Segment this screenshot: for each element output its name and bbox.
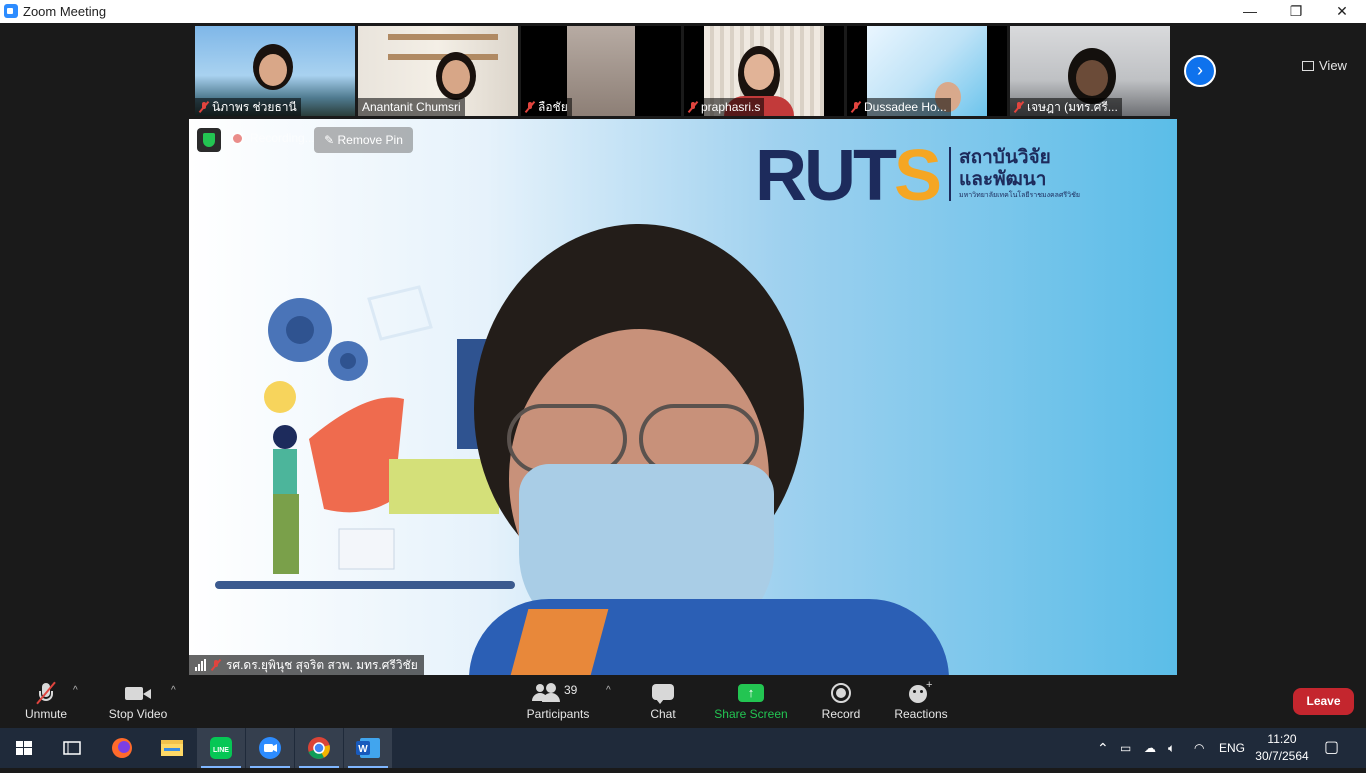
recording-dot-icon xyxy=(231,131,244,145)
chat-button[interactable]: Chat xyxy=(640,681,686,721)
bar-chart-card xyxy=(338,528,395,570)
security-shield-icon[interactable] xyxy=(197,128,221,152)
recording-indicator: Recording... xyxy=(231,131,315,145)
participant-face xyxy=(442,60,470,94)
participant-name-label: Anantanit Chumsri xyxy=(358,98,465,116)
participant-tile[interactable]: Anantanit Chumsri xyxy=(358,26,518,116)
person-legs xyxy=(273,494,299,574)
stop-video-button[interactable]: Stop Video xyxy=(104,681,172,721)
gear-icon xyxy=(268,298,332,362)
participant-tile[interactable]: นิภาพร ช่วยธานี xyxy=(195,26,355,116)
platform-line xyxy=(215,581,515,589)
show-hidden-icons-chevron[interactable]: ⌃ xyxy=(1097,728,1109,768)
chevron-right-icon: › xyxy=(1197,60,1203,80)
power-icon[interactable]: ▭ xyxy=(1120,728,1131,768)
speaker-name-label: รศ.ดร.ยุพินุช สุจริต สวพ. มทร.ศรีวิชัย xyxy=(189,655,424,675)
windows-logo-icon xyxy=(16,741,32,755)
mic-muted-icon xyxy=(199,101,209,113)
svg-text:W: W xyxy=(358,744,368,755)
close-button[interactable]: ✕ xyxy=(1319,0,1365,23)
zoom-app-icon xyxy=(4,4,18,18)
mic-muted-icon xyxy=(36,681,56,705)
record-icon xyxy=(831,681,851,705)
participant-face xyxy=(744,54,774,90)
mic-muted-icon xyxy=(851,101,861,113)
participant-name-label: Dussadee Ho... xyxy=(847,98,951,116)
grid-view-icon xyxy=(1302,61,1314,71)
person-head xyxy=(273,425,297,449)
line-app-icon: LINE xyxy=(210,737,232,759)
view-button[interactable]: View xyxy=(1302,53,1358,79)
participant-face xyxy=(1076,60,1108,96)
chrome-icon xyxy=(308,737,330,759)
svg-text:LINE: LINE xyxy=(213,747,229,754)
taskbar-word[interactable]: W xyxy=(344,728,392,768)
wifi-icon[interactable]: ◠ xyxy=(1194,728,1204,768)
minimize-button[interactable]: — xyxy=(1227,0,1273,23)
taskbar-zoom[interactable] xyxy=(246,728,294,768)
volume-icon[interactable]: 🔈︎ xyxy=(1168,728,1175,768)
windows-taskbar: LINE W ⌃ ▭ ☁ 🔈︎ ◠ ENG 11:20 30/7/2564 ▢ xyxy=(0,728,1366,768)
signal-strength-icon xyxy=(195,659,206,671)
participant-tile[interactable]: ลือชัย xyxy=(521,26,681,116)
taskbar-clock[interactable]: 11:20 30/7/2564 xyxy=(1254,731,1310,765)
start-button[interactable] xyxy=(0,728,48,768)
remove-pin-button[interactable]: ✎ Remove Pin xyxy=(314,127,413,153)
bookshelf xyxy=(388,34,498,40)
participant-face xyxy=(259,54,287,86)
puzzle-piece-outline xyxy=(367,285,433,341)
leave-button[interactable]: Leave xyxy=(1293,688,1354,715)
participant-tile[interactable]: Dussadee Ho... xyxy=(847,26,1007,116)
audio-options-caret[interactable]: ^ xyxy=(73,685,78,696)
taskbar-firefox[interactable] xyxy=(98,728,146,768)
taskbar-chrome[interactable] xyxy=(295,728,343,768)
pin-icon: ✎ xyxy=(324,133,338,147)
language-indicator[interactable]: ENG xyxy=(1219,728,1245,768)
taskbar-file-explorer[interactable] xyxy=(148,728,196,768)
task-view-button[interactable] xyxy=(48,728,96,768)
title-bar: Zoom Meeting — ❐ ✕ xyxy=(0,0,1366,23)
gear-icon xyxy=(328,341,368,381)
mic-muted-icon xyxy=(525,101,535,113)
participant-name-label: เจษฎา (มทร.ศรี... xyxy=(1010,98,1122,116)
mic-muted-icon xyxy=(211,659,221,671)
participant-name-label: นิภาพร ช่วยธานี xyxy=(195,98,301,116)
participants-count: 39 xyxy=(564,683,578,697)
unmute-button[interactable]: Unmute xyxy=(20,681,72,721)
reactions-button[interactable]: + Reactions xyxy=(893,679,949,721)
firefox-icon xyxy=(112,738,132,758)
active-speaker-video: RUTS สถาบันวิจัย และพัฒนา มหาวิทยาลัยเทค… xyxy=(189,119,1177,675)
record-button[interactable]: Record xyxy=(818,681,864,721)
video-camera-icon xyxy=(125,681,151,705)
onedrive-cloud-icon[interactable]: ☁ xyxy=(1144,728,1156,768)
share-screen-icon: ↑ xyxy=(738,681,764,705)
restore-button[interactable]: ❐ xyxy=(1273,0,1319,23)
smiley-icon: + xyxy=(909,679,933,705)
video-crop xyxy=(567,26,635,116)
zoom-icon xyxy=(259,737,281,759)
participants-button[interactable]: 39 Participants xyxy=(524,681,592,721)
participants-icon: 39 xyxy=(531,681,585,705)
task-view-icon xyxy=(63,741,81,755)
participant-tile[interactable]: praphasri.s xyxy=(684,26,844,116)
participants-options-caret[interactable]: ^ xyxy=(606,685,611,696)
window-title: Zoom Meeting xyxy=(23,4,107,19)
participant-name-label: ลือชัย xyxy=(521,98,572,116)
chat-bubble-icon xyxy=(652,681,674,705)
meeting-toolbar: Unmute ^ Stop Video ^ 39 Participants ^ … xyxy=(0,675,1366,728)
gallery-strip: นิภาพร ช่วยธานี Anantanit Chumsri ลือชัย… xyxy=(0,23,1366,119)
lightbulb-icon xyxy=(264,381,296,413)
participant-tile[interactable]: เจษฎา (มทร.ศรี... xyxy=(1010,26,1170,116)
share-screen-button[interactable]: ↑ Share Screen xyxy=(714,681,788,721)
mic-muted-icon xyxy=(1014,101,1024,113)
folder-icon xyxy=(161,740,183,756)
next-page-button[interactable]: › xyxy=(1184,55,1216,87)
word-icon: W xyxy=(356,738,380,758)
notifications-icon[interactable]: ▢ xyxy=(1324,728,1339,768)
mic-muted-icon xyxy=(688,101,698,113)
participant-name-label: praphasri.s xyxy=(684,98,765,116)
video-options-caret[interactable]: ^ xyxy=(171,685,176,696)
taskbar-line[interactable]: LINE xyxy=(197,728,245,768)
